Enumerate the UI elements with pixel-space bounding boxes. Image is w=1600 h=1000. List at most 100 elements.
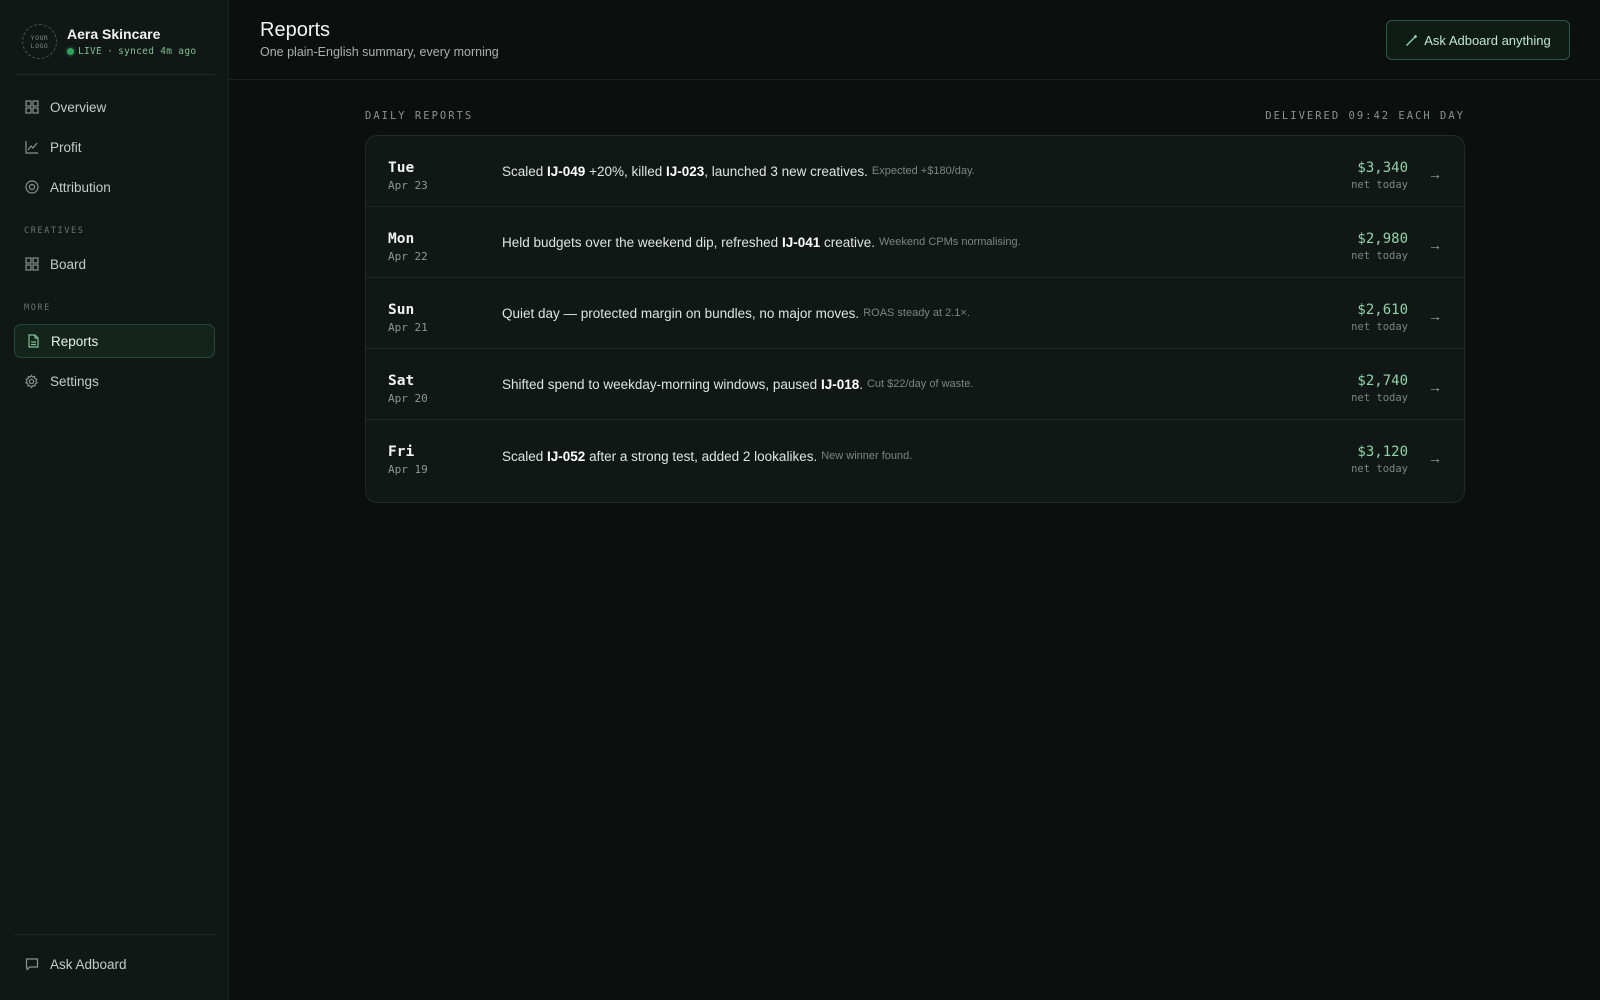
ask-adboard-button[interactable]: Ask Adboard anything (1386, 20, 1570, 60)
report-summary: Quiet day — protected margin on bundles,… (502, 278, 970, 348)
grid-icon (24, 257, 39, 272)
arrow-right-icon[interactable]: → (1428, 450, 1442, 466)
arrow-right-icon[interactable]: → (1428, 379, 1442, 395)
grid-icon (24, 100, 39, 115)
live-label: LIVE (78, 46, 103, 57)
sidebar-item-label: Reports (51, 333, 99, 349)
report-date: Apr 19 (388, 463, 428, 476)
sidebar-item-label: Overview (50, 99, 107, 115)
logo-text-line1: YOUR (30, 33, 49, 42)
report-row-fri[interactable]: Fri Apr 19 Scaled IJ-052 after a strong … (366, 420, 1464, 492)
arrow-right-icon[interactable]: → (1428, 166, 1442, 182)
logo-placeholder: YOUR LOGO (22, 24, 57, 59)
sidebar-item-label: Board (50, 256, 87, 272)
creative-id: IJ-052 (547, 448, 586, 464)
report-date: Apr 20 (388, 392, 428, 405)
chat-bubble-icon (24, 957, 39, 972)
report-day: Mon (388, 231, 415, 247)
summary-note: Cut $22/day of waste. (866, 378, 974, 390)
summary-note: Weekend CPMs normalising. (879, 236, 1021, 248)
net-amount: $2,980 (1357, 231, 1408, 247)
report-date: Apr 23 (388, 179, 428, 192)
summary-note: Expected +$180/day. (871, 165, 975, 177)
sidebar-item-reports[interactable]: Reports (14, 324, 215, 358)
sparkle-wand-icon (1405, 34, 1418, 47)
net-amount: $3,340 (1357, 160, 1408, 176)
reports-list: Tue Apr 23 Scaled IJ-049 +20%, killed IJ… (365, 135, 1465, 503)
sidebar-divider (14, 934, 215, 935)
document-icon (25, 334, 40, 349)
section-label-more: MORE (24, 303, 51, 313)
net-amount-label: net today (1351, 321, 1408, 333)
report-row-mon[interactable]: Mon Apr 22 Held budgets over the weekend… (366, 207, 1464, 278)
status-separator: · (107, 46, 114, 57)
report-summary: Shifted spend to weekday-morning windows… (502, 349, 973, 419)
sidebar-item-attribution[interactable]: Attribution (14, 170, 215, 204)
summary-text: Scaled (502, 163, 548, 179)
sidebar-item-board[interactable]: Board (14, 247, 215, 281)
brand-name: Aera Skincare (67, 26, 161, 42)
brand-block: YOUR LOGO Aera Skincare LIVE · synced 4m… (14, 18, 215, 75)
delivery-time: DELIVERED 09:42 EACH DAY (1265, 110, 1465, 122)
summary-note: New winner found. (821, 450, 913, 462)
summary-text: creative. (820, 234, 875, 250)
reports-heading: DAILY REPORTS (365, 110, 474, 122)
page-header: Reports One plain-English summary, every… (229, 0, 1600, 80)
net-amount-label: net today (1351, 179, 1408, 191)
summary-text: Quiet day — protected margin on bundles,… (502, 305, 860, 321)
creative-id: IJ-018 (820, 376, 860, 392)
report-summary: Scaled IJ-052 after a strong test, added… (502, 420, 912, 492)
sidebar-item-label: Settings (50, 373, 99, 389)
logo-text-line2: LOGO (30, 41, 49, 50)
summary-text: . (859, 376, 863, 392)
summary-text: Held budgets over the weekend dip, refre… (502, 234, 782, 250)
gear-icon (24, 373, 39, 389)
sidebar-item-ask-adboard[interactable]: Ask Adboard (14, 947, 215, 981)
live-dot-icon (67, 48, 74, 55)
summary-text: +20%, killed (585, 163, 666, 179)
summary-text: Scaled (502, 448, 548, 464)
report-day: Fri (388, 444, 415, 460)
sidebar-item-label: Attribution (50, 179, 111, 195)
net-amount-label: net today (1351, 392, 1408, 404)
creative-id: IJ-049 (547, 163, 586, 179)
net-amount-label: net today (1351, 250, 1408, 262)
summary-note: ROAS steady at 2.1×. (863, 307, 970, 319)
arrow-right-icon[interactable]: → (1428, 237, 1442, 253)
sidebar-item-settings[interactable]: Settings (14, 364, 215, 398)
reports-list-header: DAILY REPORTS DELIVERED 09:42 EACH DAY (365, 110, 1465, 122)
report-day: Sat (388, 373, 415, 389)
report-row-tue[interactable]: Tue Apr 23 Scaled IJ-049 +20%, killed IJ… (366, 136, 1464, 207)
page-title: Reports (260, 19, 331, 41)
report-date: Apr 22 (388, 250, 428, 263)
net-amount: $2,740 (1357, 373, 1408, 389)
sync-status: LIVE · synced 4m ago (67, 46, 196, 57)
synced-label: synced 4m ago (118, 46, 197, 57)
sidebar-item-label: Ask Adboard (50, 956, 127, 972)
report-date: Apr 21 (388, 321, 428, 334)
summary-text: Shifted spend to weekday-morning windows… (502, 376, 821, 392)
report-summary: Scaled IJ-049 +20%, killed IJ-023, launc… (502, 136, 975, 206)
net-amount: $3,120 (1357, 444, 1408, 460)
chart-line-icon (24, 140, 39, 155)
report-summary: Held budgets over the weekend dip, refre… (502, 207, 1021, 277)
arrow-right-icon[interactable]: → (1428, 308, 1442, 324)
report-day: Tue (388, 160, 415, 176)
sidebar-item-label: Profit (50, 139, 82, 155)
sidebar-item-profit[interactable]: Profit (14, 130, 215, 164)
sidebar: YOUR LOGO Aera Skincare LIVE · synced 4m… (0, 0, 229, 1000)
report-row-sun[interactable]: Sun Apr 21 Quiet day — protected margin … (366, 278, 1464, 349)
net-amount: $2,610 (1357, 302, 1408, 318)
section-label-creatives: CREATIVES (24, 226, 85, 236)
ask-button-label: Ask Adboard anything (1424, 32, 1551, 48)
report-day: Sun (388, 302, 415, 318)
creative-id: IJ-041 (781, 234, 821, 250)
summary-text: after a strong test, added 2 lookalikes. (585, 448, 818, 464)
sidebar-item-overview[interactable]: Overview (14, 90, 215, 124)
page-subtitle: One plain-English summary, every morning (260, 45, 499, 59)
creative-id: IJ-023 (665, 163, 705, 179)
target-icon (24, 180, 39, 195)
net-amount-label: net today (1351, 463, 1408, 475)
summary-text: , launched 3 new creatives. (704, 163, 868, 179)
report-row-sat[interactable]: Sat Apr 20 Shifted spend to weekday-morn… (366, 349, 1464, 420)
